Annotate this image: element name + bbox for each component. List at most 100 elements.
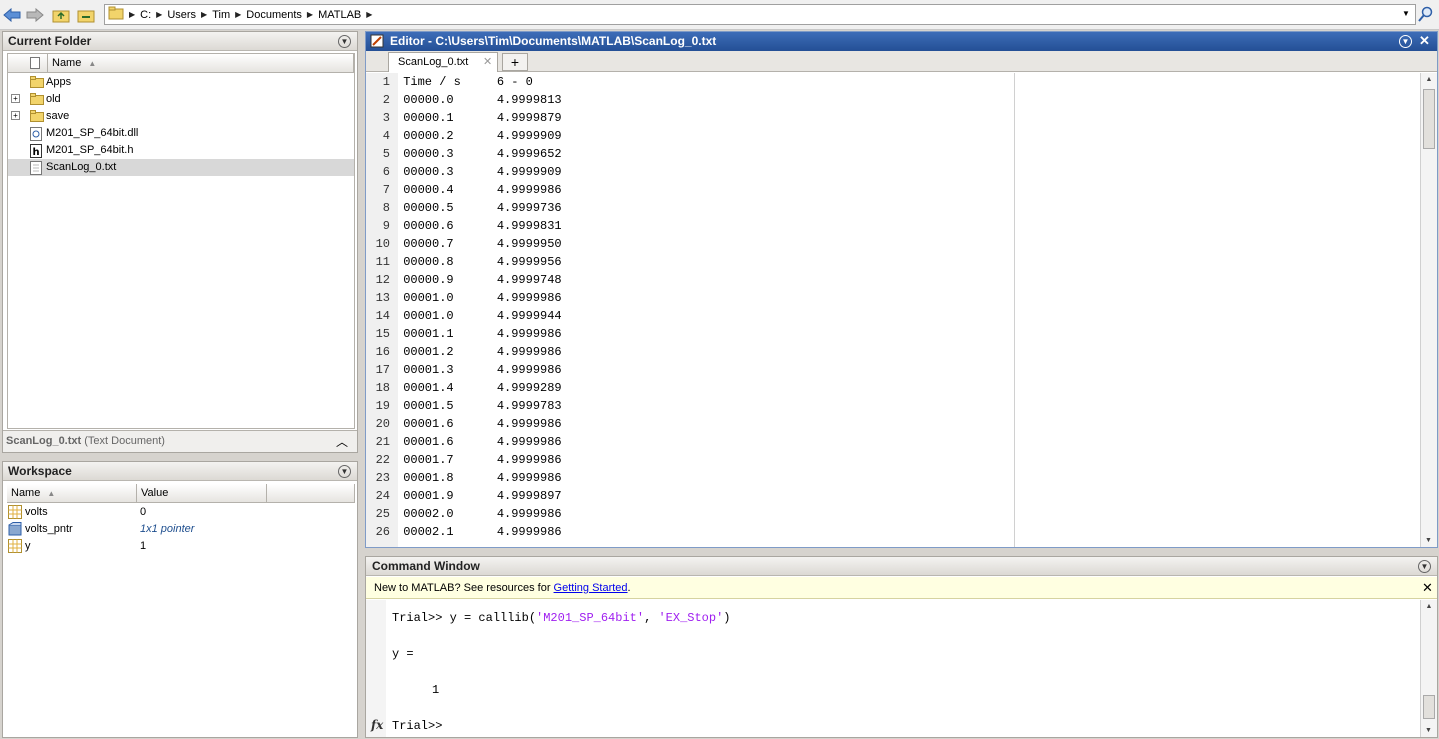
line-text: 00001.6 4.9999986	[396, 417, 562, 431]
code-line: 24 00001.9 4.9999897	[366, 487, 1416, 505]
workspace-variable-row[interactable]: volts 0	[7, 504, 355, 521]
code-line: 12 00000.9 4.9999748	[366, 271, 1416, 289]
banner-text: New to MATLAB? See resources for Getting…	[374, 582, 631, 594]
code-area[interactable]: 1 Time / s 6 - 02 00000.0 4.9999813 3 000…	[366, 73, 1416, 547]
line-number: 5	[382, 147, 390, 161]
line-text: 00002.1 4.9999986	[396, 525, 562, 539]
line-text: 00000.9 4.9999748	[396, 273, 562, 287]
history-dropdown-icon[interactable]: ▼	[1402, 9, 1410, 18]
panel-actions-icon[interactable]: ▼	[1399, 35, 1412, 48]
line-text: 00000.3 4.9999909	[396, 165, 562, 179]
workspace-variable-row[interactable]: volts_pntr 1x1 pointer	[7, 521, 355, 538]
column-icon-header[interactable]	[8, 54, 48, 73]
ws-column-value-header[interactable]: Value	[137, 484, 267, 503]
workspace-panel: Workspace ▼ Name ▲ Value volts 0 volts_pnt…	[2, 461, 358, 738]
line-number: 23	[375, 471, 390, 485]
line-text: 00001.0 4.9999944	[396, 309, 562, 323]
getting-started-banner: New to MATLAB? See resources for Getting…	[366, 577, 1437, 599]
folder-item[interactable]: M201_SP_64bit.dll	[8, 125, 354, 142]
variable-name: volts	[25, 506, 48, 518]
line-number: 11	[375, 255, 390, 269]
search-folder-icon[interactable]	[1418, 6, 1434, 25]
code-line: 17 00001.3 4.9999986	[366, 361, 1416, 379]
folder-item-label: Apps	[46, 76, 72, 88]
ws-column-name-label: Name	[11, 487, 41, 499]
line-number: 16	[375, 345, 390, 359]
editor-scroll-thumb[interactable]	[1423, 89, 1435, 149]
scroll-up-icon[interactable]: ▲	[1421, 603, 1437, 610]
command-scroll-thumb[interactable]	[1423, 695, 1435, 719]
line-number: 26	[375, 525, 390, 539]
command-input[interactable]: Trial>>	[392, 719, 442, 733]
folder-item[interactable]: + save	[8, 108, 354, 125]
new-tab-button[interactable]: +	[502, 53, 528, 71]
crumb-documents[interactable]: Documents	[241, 9, 307, 21]
close-banner-icon[interactable]: ✕	[1422, 580, 1433, 596]
line-text: 00001.2 4.9999986	[396, 345, 562, 359]
collapse-details-icon[interactable]: ︿	[336, 433, 348, 450]
line-text: 00000.8 4.9999956	[396, 255, 562, 269]
close-editor-icon[interactable]: ✕	[1419, 33, 1430, 49]
folder-item-label: save	[46, 110, 70, 122]
forward-icon[interactable]	[26, 6, 44, 24]
folder-item[interactable]: Apps	[8, 74, 354, 91]
code-line: 1 Time / s 6 - 0	[366, 73, 1416, 91]
workspace-title: Workspace	[8, 464, 72, 478]
close-tab-icon[interactable]: ✕	[483, 55, 492, 68]
column-name-header[interactable]: Name ▲	[48, 54, 354, 73]
code-line: 5 00000.3 4.9999652	[366, 145, 1416, 163]
getting-started-link[interactable]: Getting Started	[554, 582, 628, 594]
line-number: 9	[382, 219, 390, 233]
line-number: 24	[375, 489, 390, 503]
scroll-down-icon[interactable]: ▼	[1425, 537, 1432, 544]
expand-icon[interactable]: +	[11, 111, 20, 120]
workspace-variable-row[interactable]: y1	[7, 538, 355, 555]
folder-item-label: M201_SP_64bit.h	[46, 144, 134, 156]
code-line: 25 00002.0 4.9999986	[366, 505, 1416, 523]
back-icon[interactable]	[3, 6, 21, 24]
crumb-drive[interactable]: C:	[135, 9, 156, 21]
line-number: 8	[382, 201, 390, 215]
editor-vertical-scrollbar[interactable]: ▲ ▼	[1420, 73, 1437, 547]
code-line: 26 00002.1 4.9999986	[366, 523, 1416, 541]
ws-column-name-header[interactable]: Name ▲	[7, 484, 137, 503]
line-text: 00001.1 4.9999986	[396, 327, 562, 341]
folder-item[interactable]: h M201_SP_64bit.h	[8, 142, 354, 159]
banner-prefix: New to MATLAB? See resources for	[374, 582, 554, 594]
folder-item[interactable]: ScanLog_0.txt	[8, 159, 354, 176]
folder-item[interactable]: + old	[8, 91, 354, 108]
command-vertical-scrollbar[interactable]: ▲ ▼	[1420, 600, 1437, 737]
output-value: 1	[432, 683, 440, 697]
function-browser-icon[interactable]: fx	[371, 718, 383, 732]
code-line: 21 00001.6 4.9999986	[366, 433, 1416, 451]
crumb-tim[interactable]: Tim	[207, 9, 235, 21]
crumb-users[interactable]: Users	[162, 9, 201, 21]
scroll-down-icon[interactable]: ▼	[1425, 727, 1432, 734]
browse-folder-icon[interactable]	[77, 6, 95, 24]
editor-titlebar: Editor - C:\Users\Tim\Documents\MATLAB\S…	[366, 32, 1437, 51]
line-number: 13	[375, 291, 390, 305]
panel-actions-icon[interactable]: ▼	[1418, 560, 1431, 573]
line-text: 00000.3 4.9999652	[396, 147, 562, 161]
up-folder-icon[interactable]	[52, 6, 70, 24]
scroll-up-icon[interactable]: ▲	[1421, 76, 1437, 83]
code-line: 16 00001.2 4.9999986	[366, 343, 1416, 361]
tab-scanlog[interactable]: ScanLog_0.txt ✕	[388, 52, 498, 72]
sort-ascending-icon: ▲	[88, 59, 97, 68]
command-window-panel: Command Window ▼ New to MATLAB? See reso…	[365, 556, 1438, 738]
path-box[interactable]: ▶ C: ▶ Users ▶ Tim ▶ Documents ▶ MATLAB …	[104, 4, 1416, 25]
address-toolbar: ▶ C: ▶ Users ▶ Tim ▶ Documents ▶ MATLAB …	[0, 0, 1439, 30]
code-line: 4 00000.2 4.9999909	[366, 127, 1416, 145]
folder-icon	[108, 6, 124, 23]
panel-actions-icon[interactable]: ▼	[338, 35, 351, 48]
expand-icon[interactable]: +	[11, 94, 20, 103]
folder-item-label: M201_SP_64bit.dll	[46, 127, 139, 139]
editor-title: Editor - C:\Users\Tim\Documents\MATLAB\S…	[390, 34, 717, 48]
ws-column-value-label: Value	[141, 487, 169, 499]
panel-actions-icon[interactable]: ▼	[338, 465, 351, 478]
output-var: y =	[392, 647, 414, 661]
line-number: 21	[375, 435, 390, 449]
crumb-matlab[interactable]: MATLAB	[313, 9, 366, 21]
folder-item-label: ScanLog_0.txt	[46, 161, 117, 173]
ws-column-extra-header[interactable]	[267, 484, 355, 503]
